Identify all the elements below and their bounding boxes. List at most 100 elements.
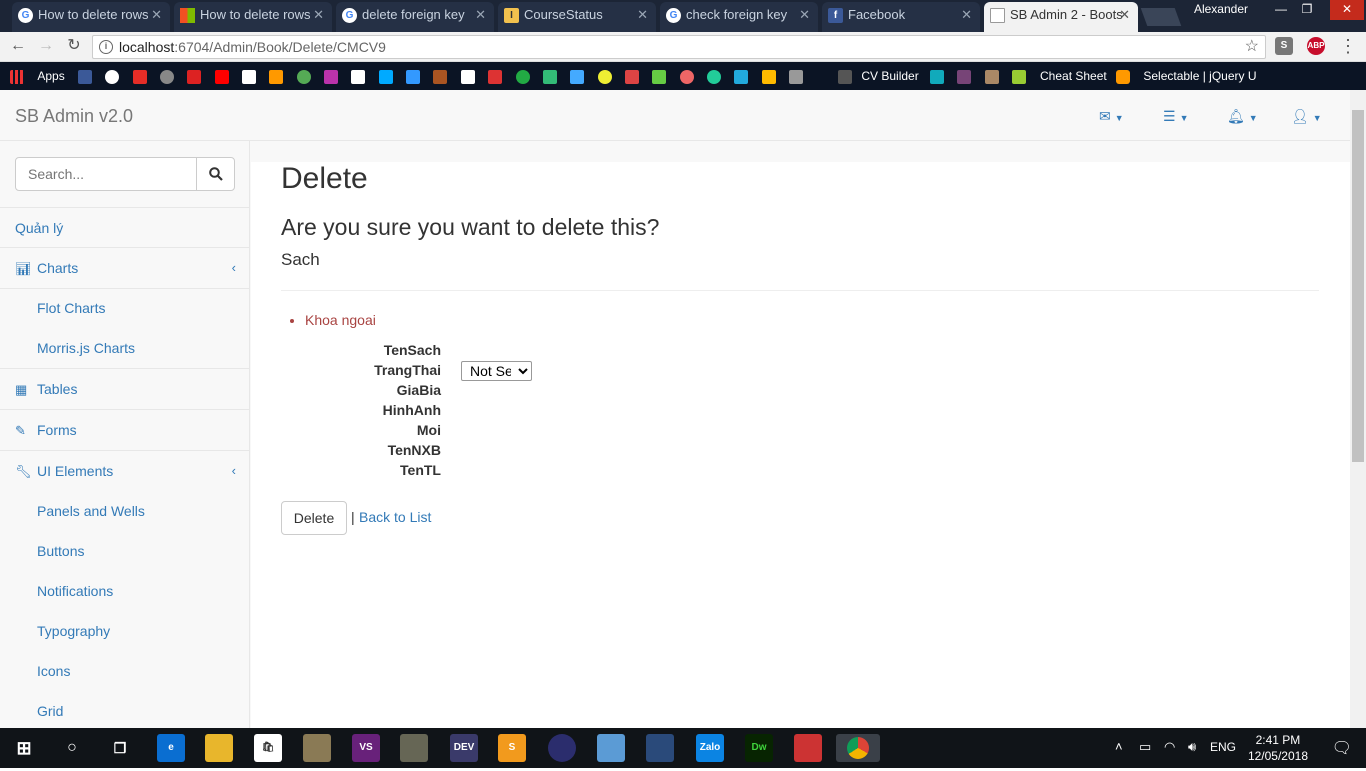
- bookmark-star-icon[interactable]: ☆: [1245, 36, 1259, 58]
- sidebar-item-panels-wells[interactable]: Panels and Wells: [0, 491, 250, 532]
- apps-bookmark[interactable]: Apps: [10, 68, 65, 84]
- network-icon[interactable]: ◠: [1164, 739, 1175, 755]
- cv-builder-bookmark[interactable]: CV Builder: [838, 68, 919, 84]
- sidebar-item-icons[interactable]: Icons: [0, 651, 250, 692]
- close-icon[interactable]: ✕: [475, 2, 486, 28]
- sidebar-item-typography[interactable]: Typography: [0, 611, 250, 652]
- bookmark-icons-group[interactable]: [78, 68, 803, 84]
- close-icon[interactable]: ✕: [637, 2, 648, 28]
- close-icon[interactable]: ✕: [799, 2, 810, 28]
- close-window-icon[interactable]: ✕: [1330, 0, 1364, 20]
- trangthai-select[interactable]: Not Set: [461, 361, 532, 381]
- zalo-icon[interactable]: Zalo: [696, 734, 724, 762]
- entity-name: Sach: [281, 250, 320, 269]
- extension-s-icon[interactable]: S: [1275, 37, 1293, 55]
- bookmark-icon: [488, 69, 503, 84]
- close-icon[interactable]: ✕: [151, 2, 162, 28]
- browser-tab[interactable]: How to delete rows ✕: [174, 2, 332, 32]
- task-view-icon[interactable]: ❐: [106, 734, 134, 762]
- scrollbar-thumb[interactable]: [1352, 110, 1364, 462]
- store-icon[interactable]: 🛍︎: [254, 734, 282, 762]
- info-icon[interactable]: i: [99, 40, 113, 54]
- sidebar-item-tables[interactable]: ▦ Tables: [0, 369, 250, 410]
- back-to-list-link[interactable]: Back to List: [359, 509, 431, 525]
- course-icon: I: [504, 8, 519, 23]
- clock[interactable]: 2:41 PM 12/05/2018: [1248, 732, 1308, 764]
- reload-icon[interactable]: ↻: [64, 36, 84, 56]
- google-icon: G: [342, 8, 357, 23]
- sidebar-item-quanly[interactable]: Quản lý: [0, 207, 250, 248]
- tray-up-icon[interactable]: ˄: [1115, 739, 1123, 754]
- restore-icon[interactable]: ❐: [1290, 0, 1324, 20]
- forward-icon[interactable]: →: [36, 36, 56, 56]
- delete-button[interactable]: Delete: [281, 501, 347, 535]
- app-icon[interactable]: [303, 734, 331, 762]
- virtualbox-icon[interactable]: [646, 734, 674, 762]
- bookmark-icon: [187, 69, 202, 84]
- visual-studio-icon[interactable]: VS: [352, 734, 380, 762]
- box-icon[interactable]: [597, 734, 625, 762]
- browser-tab-active[interactable]: SB Admin 2 - Boots ✕: [984, 2, 1138, 32]
- clock-date: 12/05/2018: [1247, 749, 1308, 763]
- close-icon[interactable]: ✕: [313, 2, 324, 28]
- back-icon[interactable]: ←: [8, 36, 28, 56]
- address-bar[interactable]: i localhost:6704/Admin/Book/Delete/CMCV9…: [92, 35, 1266, 59]
- battery-icon[interactable]: ▭: [1139, 739, 1151, 755]
- new-tab-button[interactable]: [1140, 8, 1182, 26]
- edge-icon[interactable]: e: [157, 734, 185, 762]
- devc-icon[interactable]: DEV: [450, 734, 478, 762]
- tasks-icon: ☰: [1163, 108, 1176, 124]
- browser-tab[interactable]: G delete foreign key ✕: [336, 2, 494, 32]
- menu-icon[interactable]: ⋮: [1338, 36, 1358, 56]
- profile-name[interactable]: Alexander: [1194, 2, 1248, 16]
- sidebar-item-forms[interactable]: ✎ Forms: [0, 410, 250, 451]
- bookmark-icons-group-2[interactable]: [930, 68, 1027, 84]
- browser-tab[interactable]: I CourseStatus ✕: [498, 2, 656, 32]
- separator: |: [351, 509, 355, 525]
- selectable-bookmark[interactable]: Selectable | jQuery U: [1116, 68, 1257, 84]
- bookmarks-bar: Apps CV Builder Cheat Sheet Selectable |…: [0, 62, 1366, 90]
- chrome-taskbar-button[interactable]: [836, 734, 880, 762]
- language-indicator[interactable]: ENG: [1210, 740, 1236, 754]
- brand-title[interactable]: SB Admin v2.0: [15, 106, 133, 127]
- tab-title: check foreign key: [686, 7, 788, 22]
- browser-toolbar: ← → ↻ i localhost:6704/Admin/Book/Delete…: [0, 32, 1366, 62]
- windows-start-icon[interactable]: ⊞: [10, 734, 38, 762]
- messages-dropdown[interactable]: ✉ ▼: [1099, 108, 1124, 125]
- tools-icon[interactable]: [400, 734, 428, 762]
- sidebar-item-label: Typography: [37, 623, 111, 639]
- volume-icon[interactable]: 🔊︎: [1188, 739, 1196, 755]
- sublime-icon[interactable]: S: [498, 734, 526, 762]
- app-icon[interactable]: [794, 734, 822, 762]
- sidebar-item-ui-elements[interactable]: 🔧︎ UI Elements ‹: [0, 451, 250, 492]
- eclipse-icon[interactable]: [548, 734, 576, 762]
- sidebar-item-buttons[interactable]: Buttons: [0, 531, 250, 572]
- dreamweaver-icon[interactable]: Dw: [745, 734, 773, 762]
- file-explorer-icon[interactable]: [205, 734, 233, 762]
- sidebar-item-flot-charts[interactable]: Flot Charts: [0, 288, 250, 329]
- user-dropdown[interactable]: 👤︎ ▼: [1291, 108, 1322, 125]
- close-icon[interactable]: ✕: [1119, 2, 1130, 28]
- adblock-icon[interactable]: ABP: [1307, 37, 1325, 55]
- field-label-hinhanh: HinhAnh: [382, 402, 441, 418]
- page-scrollbar[interactable]: [1350, 90, 1366, 728]
- bookmark-icon: [930, 69, 944, 84]
- alerts-dropdown[interactable]: 🔔︎ ▼: [1227, 108, 1258, 125]
- sidebar-item-grid[interactable]: Grid: [0, 691, 250, 728]
- gmail-icon: [242, 69, 257, 84]
- close-icon[interactable]: ✕: [961, 2, 972, 28]
- sidebar-item-morris-charts[interactable]: Morris.js Charts: [0, 328, 250, 369]
- cheat-sheet-bookmark[interactable]: Cheat Sheet: [1040, 68, 1107, 84]
- browser-tab[interactable]: G check foreign key ✕: [660, 2, 818, 32]
- tasks-dropdown[interactable]: ☰ ▼: [1163, 108, 1188, 125]
- sidebar-item-charts[interactable]: 📊︎ Charts ‹: [0, 248, 250, 289]
- browser-tab[interactable]: f Facebook ✕: [822, 2, 980, 32]
- browser-tab[interactable]: G How to delete rows ✕: [12, 2, 170, 32]
- bookmark-icon: [542, 69, 557, 84]
- notification-center-icon[interactable]: 🗨︎: [1332, 738, 1352, 758]
- search-icon[interactable]: ○: [58, 734, 86, 762]
- google-drive-icon: [761, 69, 776, 84]
- search-button[interactable]: [196, 157, 235, 191]
- search-input[interactable]: [15, 157, 197, 191]
- sidebar-item-notifications[interactable]: Notifications: [0, 571, 250, 612]
